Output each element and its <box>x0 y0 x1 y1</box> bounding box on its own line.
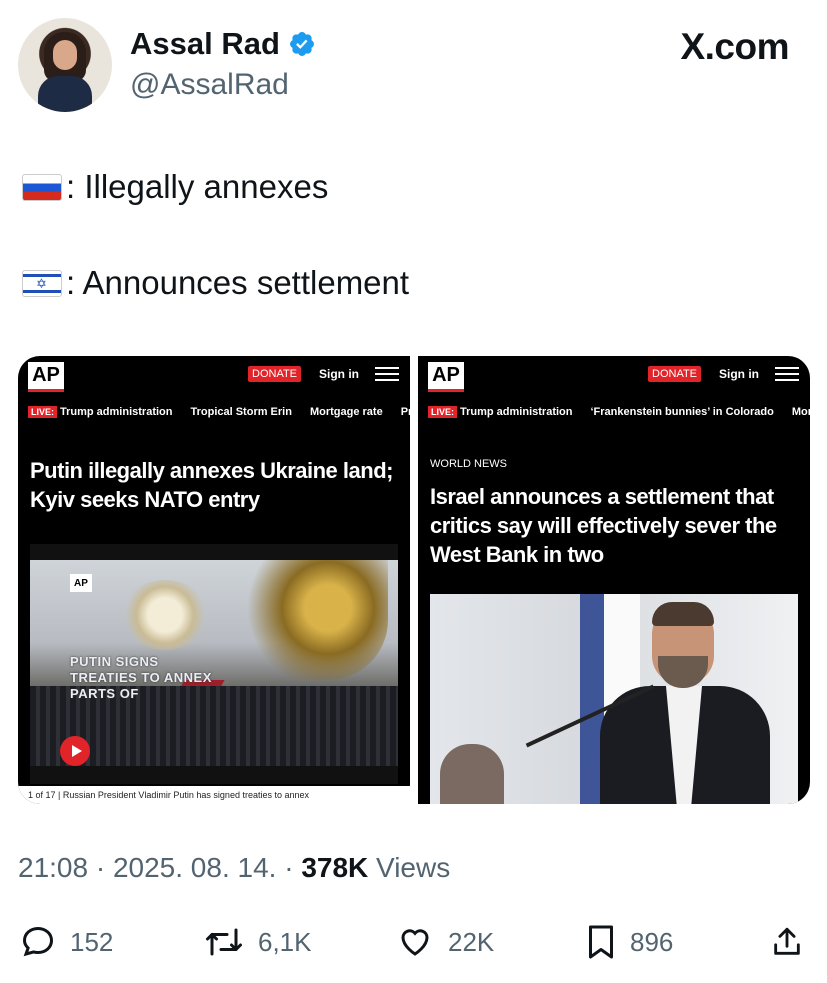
trend-item: ‘Frankenstein bunnies’ in Colorado <box>590 406 774 418</box>
tweet-timestamp-row: 21:08 · 2025. 08. 14. · 378K Views <box>18 852 450 884</box>
tweet-line-2: ✡ : Announces settlement <box>22 264 409 302</box>
ap-watermark: AP <box>70 574 92 592</box>
speaker-photo <box>430 594 798 804</box>
article-headline: Putin illegally annexes Ukraine land; Ky… <box>30 458 393 512</box>
photo-caption: 1 of 17 | Russian President Vladimir Put… <box>18 786 410 804</box>
sign-in-link: Sign in <box>319 367 359 381</box>
photo-overlay-text: PUTIN SIGNS TREATIES TO ANNEX PARTS OF <box>70 654 212 701</box>
ap-logo: AP <box>28 362 64 392</box>
media-image-right[interactable]: AP DONATE Sign in LIVE: Trump administrat… <box>418 356 810 804</box>
hamburger-menu-icon <box>375 367 399 383</box>
verified-badge-icon <box>289 32 314 56</box>
trend-item: Trump administration <box>460 406 573 418</box>
trend-item: Mortgage rate <box>309 406 383 418</box>
tweet-timestamp[interactable]: 21:08 · 2025. 08. 14. · <box>18 852 301 883</box>
russia-flag-icon <box>22 173 62 201</box>
hamburger-menu-icon <box>775 367 799 383</box>
ap-topbar: AP DONATE Sign in <box>418 356 810 396</box>
kremlin-photo: AP PUTIN SIGNS TREATIES TO ANNEX PARTS O… <box>30 560 398 766</box>
brand-label: X.com <box>680 26 789 67</box>
donate-button: DONATE <box>648 366 702 382</box>
sign-in-link: Sign in <box>719 367 759 381</box>
like-count: 22K <box>448 926 495 957</box>
trending-bar: LIVE: Trump administration ‘Frankenstein … <box>428 406 810 418</box>
author-handle[interactable]: @AssalRad <box>130 68 289 102</box>
share-button[interactable] <box>770 924 804 967</box>
tweet-line-1: : Illegally annexes <box>22 168 328 206</box>
trend-item: Tropical Storm Erin <box>190 406 292 418</box>
reply-icon <box>22 926 54 957</box>
section-kicker: WORLD NEWS <box>430 458 507 470</box>
avatar[interactable] <box>18 18 112 112</box>
live-badge: LIVE: <box>28 406 58 418</box>
repost-count: 6,1K <box>258 926 312 957</box>
bookmark-count: 896 <box>630 926 674 957</box>
heart-icon <box>401 929 429 956</box>
ap-logo: AP <box>428 362 464 392</box>
ap-topbar: AP DONATE Sign in <box>18 356 410 396</box>
donate-button: DONATE <box>248 366 302 382</box>
tweet-media: AP DONATE Sign in LIVE: Trump administrat… <box>18 356 810 804</box>
media-image-left[interactable]: AP DONATE Sign in LIVE: Trump administrat… <box>18 356 410 804</box>
author-name-row: Assal Rad <box>130 26 316 62</box>
trend-item: Mortgag <box>791 406 810 418</box>
reply-count: 152 <box>70 926 114 957</box>
reply-button[interactable]: 152 <box>20 924 113 960</box>
trend-item: Prod <box>400 406 410 418</box>
israel-flag-icon: ✡ <box>22 269 62 297</box>
article-headline: Israel announces a settlement that criti… <box>430 484 777 567</box>
view-count: 378K <box>301 852 369 883</box>
like-button[interactable]: 22K <box>396 924 494 960</box>
share-icon <box>774 927 800 955</box>
play-icon <box>60 736 90 766</box>
action-bar: 152 6,1K 22K 896 <box>18 920 810 964</box>
tweet-line-1-text: : Illegally annexes <box>66 168 329 205</box>
trending-bar: LIVE: Trump administration Tropical Storm… <box>28 406 410 418</box>
live-badge: LIVE: <box>428 406 458 418</box>
tweet-line-2-text: : Announces settlement <box>66 264 410 301</box>
trend-item: Trump administration <box>60 406 173 418</box>
repost-icon <box>206 928 242 956</box>
bookmark-icon <box>589 925 613 959</box>
repost-button[interactable]: 6,1K <box>204 924 312 960</box>
bookmark-button[interactable]: 896 <box>586 924 673 960</box>
views-label: Views <box>368 852 451 883</box>
display-name[interactable]: Assal Rad <box>130 26 280 62</box>
